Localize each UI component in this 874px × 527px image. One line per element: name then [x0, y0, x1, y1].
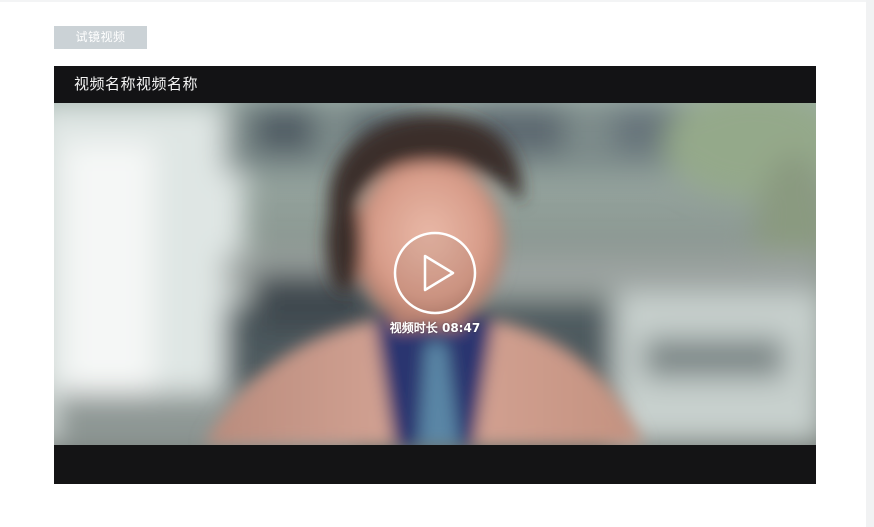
player-control-bar: [54, 445, 816, 484]
video-thumbnail[interactable]: 视频时长 08:47: [54, 103, 816, 445]
section-tag: 试镜视频: [54, 26, 147, 49]
play-circle-icon: [393, 231, 477, 315]
video-title: 视频名称视频名称: [74, 75, 199, 93]
page: 试镜视频 视频名称视频名称 视频时长 08:47: [0, 0, 874, 527]
right-gutter: [866, 0, 874, 527]
video-player[interactable]: 视频名称视频名称 视频时长 08:47: [54, 66, 816, 484]
play-button[interactable]: [392, 230, 478, 316]
top-divider: [0, 0, 866, 2]
player-title-bar: 视频名称视频名称: [54, 66, 816, 103]
video-duration: 视频时长 08:47: [389, 321, 481, 335]
